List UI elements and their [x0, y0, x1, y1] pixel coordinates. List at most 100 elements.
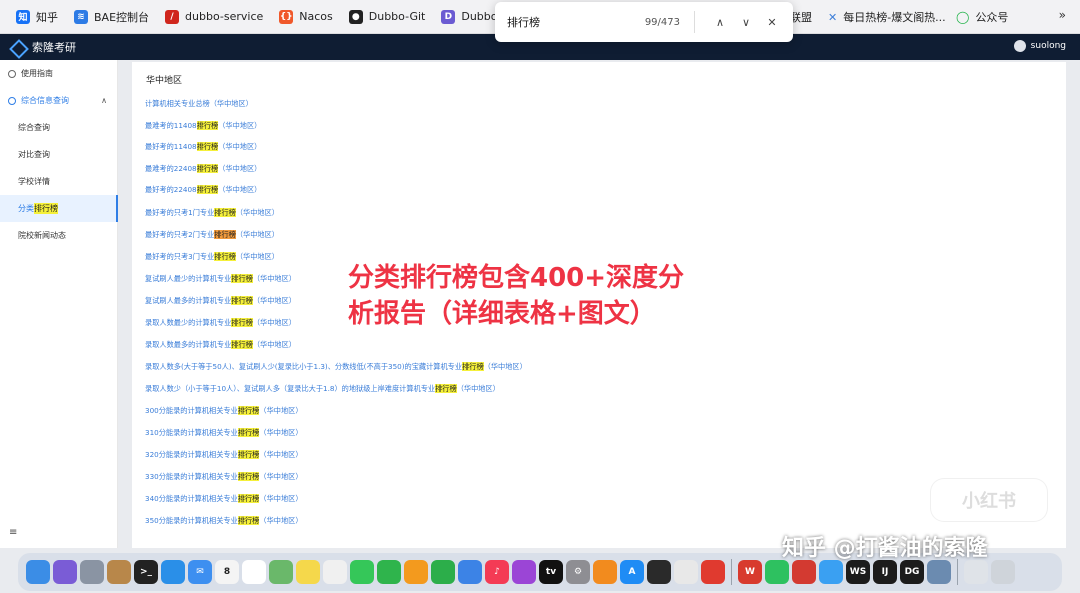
ranking-link[interactable]: 录取人数最多的计算机专业排行榜（华中地区）	[145, 340, 296, 350]
user-menu[interactable]: suolong	[1013, 40, 1066, 52]
ranking-link[interactable]: 最好考的只考1门专业排行榜（华中地区）	[145, 208, 279, 218]
bookmark-hotlist[interactable]: ✕ 每日热榜-爆文阁热...	[828, 5, 946, 29]
search-highlight: 排行榜	[237, 450, 260, 459]
terminal-icon[interactable]: >_	[134, 560, 158, 584]
ranking-link[interactable]: 最好考的只考3门专业排行榜（华中地区）	[145, 252, 279, 262]
ranking-link-region: （华中地区）	[218, 185, 262, 194]
find-input[interactable]: 排行榜	[507, 14, 645, 30]
podcasts-icon[interactable]	[512, 560, 536, 584]
safari-icon[interactable]	[161, 560, 185, 584]
wifi-icon: ≋	[74, 9, 88, 24]
ranking-link[interactable]: 复试刷人最多的计算机专业排行榜（华中地区）	[145, 296, 296, 306]
finder-icon[interactable]	[26, 560, 50, 584]
preview-icon[interactable]	[927, 560, 951, 584]
numbers-icon[interactable]	[431, 560, 455, 584]
ranking-link[interactable]: 最难考的11408排行榜（华中地区）	[145, 121, 261, 131]
sidebar: 使用指南 综合信息查询 ∧ 综合查询 对比查询 学校详情 分类 排行榜 院校新闻动…	[0, 60, 118, 548]
ranking-link[interactable]: 录取人数最少的计算机专业排行榜（华中地区）	[145, 318, 296, 328]
bookmark-gongzhonghao[interactable]: ◯ 公众号	[956, 5, 1008, 29]
notes-icon[interactable]	[296, 560, 320, 584]
facetime-icon[interactable]	[377, 560, 401, 584]
bookmark-item[interactable]: ● Dubbo-Git	[343, 5, 432, 29]
netease-icon[interactable]	[792, 560, 816, 584]
bookmark-label: Dubbo-Git	[368, 10, 426, 23]
search-highlight: 排行榜	[462, 362, 484, 371]
collapse-menu-icon[interactable]: ≡	[9, 527, 17, 538]
sidebar-item-school-details[interactable]: 学校详情	[0, 168, 117, 195]
ranking-link-text: 计算机相关专业总榜（华中地区）	[145, 99, 253, 108]
ranking-link-region: （华中地区）	[259, 406, 303, 415]
archive-icon[interactable]	[107, 560, 131, 584]
sidebar-item-guide[interactable]: 使用指南	[0, 60, 117, 87]
search-highlight: 排行榜	[237, 406, 260, 415]
ranking-link[interactable]: 最好考的只考2门专业排行榜（华中地区）	[145, 230, 279, 240]
bookmark-label: 知乎	[36, 10, 58, 24]
sidebar-item-compare-query[interactable]: 对比查询	[0, 141, 117, 168]
ranking-link[interactable]: 320分能录的计算机相关专业排行榜（华中地区）	[145, 450, 303, 460]
find-next-button[interactable]: ∨	[735, 11, 757, 33]
ranking-link-region: （华中地区）	[259, 494, 303, 503]
mail-icon[interactable]: ✉	[188, 560, 212, 584]
sidebar-group-info-query[interactable]: 综合信息查询 ∧	[0, 87, 117, 114]
bookmark-item[interactable]: {} Nacos	[273, 5, 338, 29]
ranking-link[interactable]: 录取人数少（小于等于10人）、复试刷人多（复录比大于1.8）的地狱级上岸难度计算…	[145, 384, 500, 394]
ranking-link[interactable]: 330分能录的计算机相关专业排行榜（华中地区）	[145, 472, 303, 482]
promo-caption-line: 析报告（详细表格+图文）	[348, 299, 656, 329]
messages-icon[interactable]	[350, 560, 374, 584]
ranking-link[interactable]: 复试刷人最少的计算机专业排行榜（华中地区）	[145, 274, 296, 284]
books-icon[interactable]	[593, 560, 617, 584]
ranking-link[interactable]: 最好考的22408排行榜（华中地区）	[145, 185, 261, 195]
webstorm-icon[interactable]: WS	[846, 560, 870, 584]
bookmark-item[interactable]: ≋ BAE控制台	[68, 5, 155, 29]
current-search-highlight: 排行榜	[214, 230, 236, 239]
ranking-link[interactable]: 最难考的22408排行榜（华中地区）	[145, 164, 261, 174]
music-icon[interactable]: ♪	[485, 560, 509, 584]
chrome-icon[interactable]	[674, 560, 698, 584]
tv-icon[interactable]: tv	[539, 560, 563, 584]
guide-icon	[8, 69, 16, 78]
keynote-icon[interactable]	[458, 560, 482, 584]
find-divider	[694, 11, 695, 33]
app-store-icon[interactable]: A	[620, 560, 644, 584]
bookmark-label: 公众号	[975, 11, 1009, 24]
sidebar-item-category-ranking[interactable]: 分类 排行榜	[0, 195, 118, 222]
bookmark-item[interactable]: / dubbo-service	[159, 5, 269, 29]
reminders-icon[interactable]	[242, 560, 266, 584]
xmind-icon[interactable]	[701, 560, 725, 584]
ranking-link[interactable]: 340分能录的计算机相关专业排行榜（华中地区）	[145, 494, 303, 504]
wps-icon[interactable]: W	[738, 560, 762, 584]
ranking-link[interactable]: 最好考的11408排行榜（华中地区）	[145, 142, 261, 152]
sidebar-item-school-news[interactable]: 院校新闻动态	[0, 222, 117, 249]
calendar-icon[interactable]: 8	[215, 560, 239, 584]
ranking-link-text: 最好考的11408	[145, 142, 197, 151]
siri-icon[interactable]	[53, 560, 77, 584]
trash-icon[interactable]	[991, 560, 1015, 584]
baidu-netdisk-icon[interactable]	[819, 560, 843, 584]
maps-icon[interactable]	[269, 560, 293, 584]
pages-icon[interactable]	[404, 560, 428, 584]
app-logo-icon	[10, 40, 24, 54]
search-highlight: 排行榜	[214, 208, 236, 217]
find-close-button[interactable]: ✕	[761, 11, 783, 33]
bookmark-item[interactable]: 知知乎	[10, 5, 64, 29]
downloads-icon[interactable]	[964, 560, 988, 584]
ranking-link-text: 复试刷人最少的计算机专业	[145, 274, 232, 283]
system-settings-icon[interactable]: ⚙	[566, 560, 590, 584]
navicat-icon[interactable]	[647, 560, 671, 584]
photos-icon[interactable]	[323, 560, 347, 584]
find-prev-button[interactable]: ∧	[709, 11, 731, 33]
ranking-link[interactable]: 310分能录的计算机相关专业排行榜（华中地区）	[145, 428, 303, 438]
wechat-icon[interactable]	[765, 560, 789, 584]
ranking-link[interactable]: 录取人数多(大于等于50人)、复试刷人少(复录比小于1.3)、分数线低(不高于3…	[145, 362, 527, 372]
ranking-link[interactable]: 350分能录的计算机相关专业排行榜（华中地区）	[145, 516, 303, 526]
bookmarks-more-button[interactable]: »	[1059, 8, 1066, 22]
sidebar-item-comprehensive-query[interactable]: 综合查询	[0, 114, 117, 141]
launchpad-icon[interactable]	[80, 560, 104, 584]
bookmark-lianmeng[interactable]: 联盟	[790, 5, 812, 29]
intellij-icon[interactable]: IJ	[873, 560, 897, 584]
ranking-link-text: 350分能录的计算机相关专业	[145, 516, 238, 525]
ranking-link[interactable]: 300分能录的计算机相关专业排行榜（华中地区）	[145, 406, 303, 416]
dock-divider	[957, 559, 958, 585]
datagrip-icon[interactable]: DG	[900, 560, 924, 584]
ranking-link[interactable]: 计算机相关专业总榜（华中地区）	[145, 99, 253, 109]
